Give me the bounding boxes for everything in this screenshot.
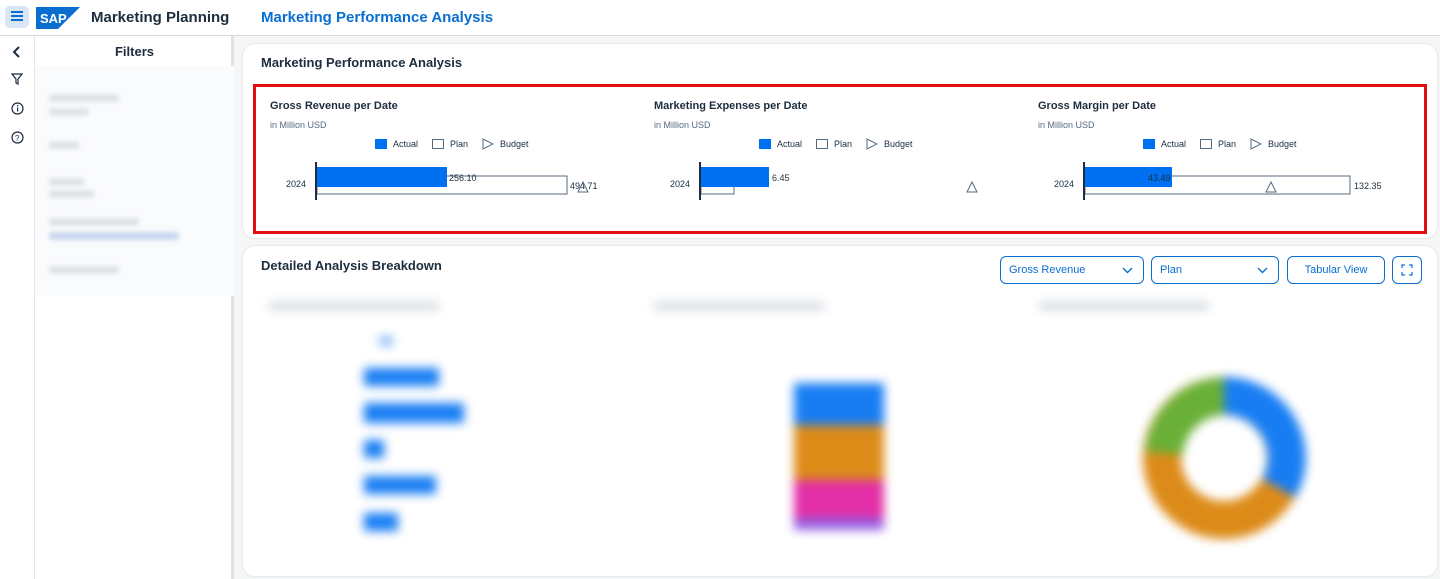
chart-subtitle: in Million USD bbox=[270, 120, 327, 130]
legend-budget[interactable]: Budget bbox=[866, 138, 913, 150]
measure-select[interactable]: Gross Revenue bbox=[1000, 256, 1144, 284]
chart-legend: Actual Plan Budget bbox=[759, 138, 927, 150]
side-rail: ? bbox=[0, 36, 35, 579]
bullet-chart-svg: 2024 43.49 132.35 bbox=[1054, 162, 1382, 200]
legend-plan[interactable]: Plan bbox=[816, 139, 852, 149]
collapse-chevron-icon[interactable] bbox=[7, 42, 27, 62]
filter-item[interactable] bbox=[49, 266, 119, 274]
budget-triangle-icon bbox=[482, 138, 495, 150]
blurred-legend bbox=[379, 336, 393, 346]
legend-actual[interactable]: Actual bbox=[759, 139, 802, 149]
blurred-stack-segment bbox=[794, 518, 884, 530]
detail-card-title: Detailed Analysis Breakdown bbox=[261, 258, 442, 273]
kpi-chart-gross-revenue: Gross Revenue per Date in Million USD Ac… bbox=[270, 100, 630, 210]
actual-value-label: 256.10 bbox=[449, 173, 477, 183]
bullet-chart-svg: 2024 6.45 bbox=[670, 162, 978, 200]
filter-item[interactable] bbox=[49, 94, 119, 102]
detail-card: Detailed Analysis Breakdown Gross Revenu… bbox=[243, 246, 1437, 576]
chart-title: Gross Revenue per Date bbox=[270, 100, 398, 112]
chart-subtitle: in Million USD bbox=[1038, 120, 1095, 130]
blurred-chart-title bbox=[1039, 302, 1209, 310]
info-icon[interactable] bbox=[7, 98, 27, 118]
year-tick-label: 2024 bbox=[670, 179, 690, 189]
actual-swatch-icon bbox=[1143, 139, 1155, 149]
filter-icon[interactable] bbox=[7, 69, 27, 89]
blurred-chart-title bbox=[269, 302, 439, 310]
legend-budget[interactable]: Budget bbox=[482, 138, 529, 150]
chart-subtitle: in Million USD bbox=[654, 120, 711, 130]
actual-bar[interactable] bbox=[701, 167, 769, 187]
chart-title: Marketing Expenses per Date bbox=[654, 100, 808, 112]
version-select[interactable]: Plan bbox=[1151, 256, 1279, 284]
tabular-view-button[interactable]: Tabular View bbox=[1287, 256, 1385, 284]
chevron-down-icon bbox=[1122, 267, 1133, 274]
actual-value-label: 6.45 bbox=[772, 173, 790, 183]
legend-plan[interactable]: Plan bbox=[432, 139, 468, 149]
budget-marker[interactable] bbox=[1265, 180, 1277, 193]
budget-triangle-icon bbox=[866, 138, 879, 150]
menu-button[interactable] bbox=[5, 6, 29, 28]
legend-budget[interactable]: Budget bbox=[1250, 138, 1297, 150]
help-icon[interactable]: ? bbox=[7, 127, 27, 147]
hamburger-icon bbox=[11, 8, 23, 26]
kpi-chart-marketing-expenses: Marketing Expenses per Date in Million U… bbox=[654, 100, 1014, 210]
actual-value-label: 43.49 bbox=[1148, 173, 1171, 183]
filter-item[interactable] bbox=[49, 141, 79, 149]
app-title: Marketing Planning bbox=[91, 9, 230, 26]
version-select-value: Plan bbox=[1160, 264, 1183, 276]
legend-plan[interactable]: Plan bbox=[1200, 139, 1236, 149]
svg-text:SAP: SAP bbox=[40, 11, 67, 26]
blurred-stack-segment bbox=[794, 383, 884, 425]
chart-legend: Actual Plan Budget bbox=[375, 138, 543, 150]
filter-item[interactable] bbox=[49, 190, 94, 198]
budget-marker[interactable] bbox=[966, 180, 978, 193]
kpi-card-title: Marketing Performance Analysis bbox=[261, 55, 463, 70]
blurred-stack-segment bbox=[794, 425, 884, 480]
blurred-bar bbox=[364, 440, 384, 458]
blurred-donut-segment bbox=[1145, 377, 1226, 456]
page-title[interactable]: Marketing Performance Analysis bbox=[261, 9, 493, 26]
actual-bar[interactable] bbox=[317, 167, 447, 187]
filters-panel: Filters bbox=[35, 36, 234, 579]
chart-legend: Actual Plan Budget bbox=[1143, 138, 1311, 150]
blurred-bar bbox=[364, 513, 398, 531]
legend-actual[interactable]: Actual bbox=[375, 139, 418, 149]
filter-item[interactable] bbox=[49, 178, 84, 186]
fullscreen-icon bbox=[1401, 264, 1413, 276]
actual-swatch-icon bbox=[759, 139, 771, 149]
plan-value-label: 132.35 bbox=[1354, 181, 1382, 191]
chart-title: Gross Margin per Date bbox=[1038, 100, 1156, 112]
blurred-breakdown-charts bbox=[269, 302, 1306, 539]
plan-swatch-icon bbox=[1200, 139, 1213, 149]
fullscreen-button[interactable] bbox=[1392, 256, 1422, 284]
year-tick-label: 2024 bbox=[1054, 179, 1074, 189]
plan-swatch-icon bbox=[816, 139, 829, 149]
filter-item[interactable] bbox=[49, 232, 179, 240]
filter-item[interactable] bbox=[49, 218, 139, 226]
blurred-stack-segment bbox=[794, 480, 884, 518]
shell-bar: SAP Marketing Planning Marketing Perform… bbox=[0, 0, 1440, 36]
bullet-chart-svg: 2024 256.10 494.71 bbox=[286, 162, 598, 200]
svg-text:?: ? bbox=[15, 134, 20, 143]
plan-swatch-icon bbox=[432, 139, 445, 149]
legend-actual[interactable]: Actual bbox=[1143, 139, 1186, 149]
blurred-bar bbox=[364, 403, 464, 423]
blurred-donut-segment bbox=[1223, 376, 1306, 498]
actual-swatch-icon bbox=[375, 139, 387, 149]
year-tick-label: 2024 bbox=[286, 179, 306, 189]
kpi-card: Marketing Performance Analysis Gross Rev… bbox=[243, 44, 1437, 238]
chevron-down-icon bbox=[1257, 267, 1268, 274]
blurred-bar bbox=[364, 368, 439, 386]
budget-triangle-icon bbox=[1250, 138, 1263, 150]
sap-logo[interactable]: SAP bbox=[36, 7, 80, 29]
filters-list bbox=[35, 66, 234, 296]
kpi-chart-gross-margin: Gross Margin per Date in Million USD Act… bbox=[1038, 100, 1398, 210]
blurred-bar bbox=[364, 476, 436, 494]
measure-select-value: Gross Revenue bbox=[1009, 264, 1086, 276]
blurred-chart-title bbox=[654, 302, 824, 310]
filter-item[interactable] bbox=[49, 108, 89, 116]
filters-title: Filters bbox=[114, 44, 154, 59]
